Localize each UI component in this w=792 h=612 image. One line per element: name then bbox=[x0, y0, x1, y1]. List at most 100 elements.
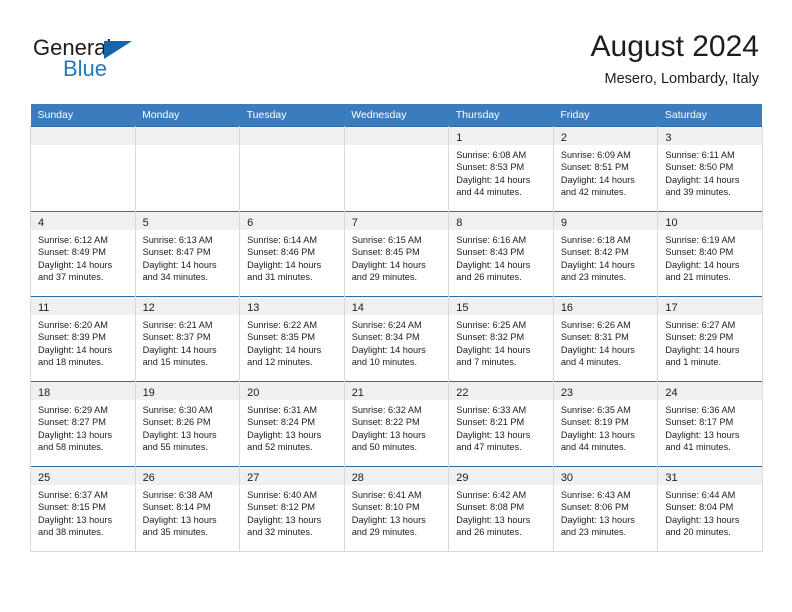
sunset-text: Sunset: 8:34 PM bbox=[351, 332, 420, 343]
day-details bbox=[136, 145, 240, 149]
daylight-text-line2: and 4 minutes. bbox=[560, 357, 622, 368]
general-blue-logo[interactable]: General Blue bbox=[33, 35, 153, 83]
day-details: Sunrise: 6:27 AM Sunset: 8:29 PM Daylight:… bbox=[658, 315, 762, 369]
day-details: Sunrise: 6:11 AM Sunset: 8:50 PM Daylight:… bbox=[658, 145, 762, 199]
calendar-cell-day[interactable]: 6 Sunrise: 6:14 AM Sunset: 8:46 PM Daylight… bbox=[239, 211, 345, 297]
calendar-cell-day[interactable]: 12 Sunrise: 6:21 AM Sunset: 8:37 PM Dayligh… bbox=[135, 296, 241, 382]
daylight-text-line1: Daylight: 13 hours bbox=[560, 514, 635, 525]
daylight-text-line1: Daylight: 14 hours bbox=[665, 259, 740, 270]
page-subtitle: Mesero, Lombardy, Italy bbox=[604, 71, 759, 87]
calendar-cell-day[interactable]: 9 Sunrise: 6:18 AM Sunset: 8:42 PM Daylight… bbox=[553, 211, 659, 297]
calendar-cell-day[interactable]: 5 Sunrise: 6:13 AM Sunset: 8:47 PM Daylight… bbox=[135, 211, 241, 297]
sunset-text: Sunset: 8:15 PM bbox=[38, 502, 106, 513]
daylight-text-line1: Daylight: 14 hours bbox=[38, 344, 113, 355]
day-number-bar bbox=[31, 127, 135, 145]
sunrise-text: Sunrise: 6:32 AM bbox=[351, 405, 422, 415]
calendar-cell-day[interactable]: 21 Sunrise: 6:32 AM Sunset: 8:22 PM Dayligh… bbox=[344, 381, 450, 467]
calendar-cell-day[interactable]: 18 Sunrise: 6:29 AM Sunset: 8:27 PM Dayligh… bbox=[30, 381, 136, 467]
day-details: Sunrise: 6:32 AM Sunset: 8:22 PM Daylight:… bbox=[345, 400, 449, 454]
weekday-header-sunday: Sunday bbox=[30, 104, 136, 127]
sunrise-text: Sunrise: 6:18 AM bbox=[560, 235, 631, 245]
day-details: Sunrise: 6:26 AM Sunset: 8:31 PM Daylight:… bbox=[554, 315, 658, 369]
daylight-text-line1: Daylight: 14 hours bbox=[665, 174, 740, 185]
sunset-text: Sunset: 8:14 PM bbox=[142, 502, 211, 513]
calendar-cell-day[interactable]: 3 Sunrise: 6:11 AM Sunset: 8:50 PM Daylight… bbox=[657, 126, 763, 212]
day-number-bar: 17 bbox=[658, 297, 762, 315]
calendar-cell-day[interactable]: 10 Sunrise: 6:19 AM Sunset: 8:40 PM Dayligh… bbox=[657, 211, 763, 297]
calendar-cell-empty bbox=[239, 126, 345, 212]
day-number-bar: 28 bbox=[344, 467, 449, 485]
sunset-text: Sunset: 8:37 PM bbox=[142, 332, 211, 343]
day-number: 4 bbox=[38, 217, 45, 229]
sunset-text: Sunset: 8:24 PM bbox=[247, 417, 316, 428]
daylight-text-line2: and 10 minutes. bbox=[351, 357, 418, 368]
daylight-text-line1: Daylight: 14 hours bbox=[351, 344, 426, 355]
weekday-header-friday: Friday bbox=[553, 104, 658, 127]
sunrise-text: Sunrise: 6:42 AM bbox=[456, 490, 527, 500]
daylight-text-line1: Daylight: 14 hours bbox=[38, 259, 113, 270]
day-details: Sunrise: 6:35 AM Sunset: 8:19 PM Daylight:… bbox=[554, 400, 658, 454]
day-details: Sunrise: 6:37 AM Sunset: 8:15 PM Daylight:… bbox=[31, 485, 135, 539]
day-details: Sunrise: 6:21 AM Sunset: 8:37 PM Daylight:… bbox=[136, 315, 240, 369]
calendar-cell-day[interactable]: 28 Sunrise: 6:41 AM Sunset: 8:10 PM Dayligh… bbox=[344, 466, 450, 552]
day-number-bar: 10 bbox=[658, 212, 762, 230]
calendar-cell-day[interactable]: 8 Sunrise: 6:16 AM Sunset: 8:43 PM Daylight… bbox=[448, 211, 554, 297]
calendar-cell-day[interactable]: 2 Sunrise: 6:09 AM Sunset: 8:51 PM Daylight… bbox=[553, 126, 659, 212]
calendar-table: Sunday Monday Tuesday Wednesday Thursday… bbox=[30, 104, 763, 552]
weekday-header-tuesday: Tuesday bbox=[239, 104, 345, 127]
calendar-cell-day[interactable]: 13 Sunrise: 6:22 AM Sunset: 8:35 PM Dayligh… bbox=[239, 296, 345, 382]
calendar-cell-day[interactable]: 11 Sunrise: 6:20 AM Sunset: 8:39 PM Dayligh… bbox=[30, 296, 136, 382]
sunset-text: Sunset: 8:43 PM bbox=[456, 247, 525, 258]
day-number-bar: 11 bbox=[31, 297, 135, 315]
calendar-cell-day[interactable]: 24 Sunrise: 6:36 AM Sunset: 8:17 PM Dayligh… bbox=[657, 381, 763, 467]
day-number-bar bbox=[135, 127, 240, 145]
calendar-cell-day[interactable]: 30 Sunrise: 6:43 AM Sunset: 8:06 PM Dayligh… bbox=[553, 466, 659, 552]
calendar-cell-day[interactable]: 16 Sunrise: 6:26 AM Sunset: 8:31 PM Dayligh… bbox=[553, 296, 659, 382]
daylight-text-line1: Daylight: 13 hours bbox=[665, 429, 740, 440]
day-details: Sunrise: 6:41 AM Sunset: 8:10 PM Daylight:… bbox=[345, 485, 449, 539]
daylight-text-line2: and 58 minutes. bbox=[38, 442, 104, 453]
daylight-text-line2: and 41 minutes. bbox=[665, 442, 731, 453]
day-number-bar: 26 bbox=[135, 467, 240, 485]
sunset-text: Sunset: 8:17 PM bbox=[665, 417, 734, 428]
calendar-cell-day[interactable]: 23 Sunrise: 6:35 AM Sunset: 8:19 PM Dayligh… bbox=[553, 381, 659, 467]
daylight-text-line1: Daylight: 13 hours bbox=[247, 514, 322, 525]
calendar-cell-day[interactable]: 15 Sunrise: 6:25 AM Sunset: 8:32 PM Dayligh… bbox=[448, 296, 554, 382]
page-title: August 2024 bbox=[590, 30, 759, 63]
calendar-cell-day[interactable]: 1 Sunrise: 6:08 AM Sunset: 8:53 PM Daylight… bbox=[448, 126, 554, 212]
daylight-text-line1: Daylight: 13 hours bbox=[38, 514, 113, 525]
day-details bbox=[240, 145, 344, 149]
day-number-bar: 30 bbox=[553, 467, 658, 485]
sunrise-text: Sunrise: 6:37 AM bbox=[38, 490, 108, 500]
daylight-text-line2: and 26 minutes. bbox=[456, 527, 522, 538]
daylight-text-line2: and 44 minutes. bbox=[560, 442, 627, 453]
sunrise-text: Sunrise: 6:14 AM bbox=[247, 235, 318, 245]
day-number: 21 bbox=[351, 387, 364, 399]
daylight-text-line1: Daylight: 14 hours bbox=[247, 259, 322, 270]
day-details: Sunrise: 6:43 AM Sunset: 8:06 PM Daylight:… bbox=[554, 485, 658, 539]
sunrise-text: Sunrise: 6:36 AM bbox=[665, 405, 736, 415]
calendar-cell-day[interactable]: 26 Sunrise: 6:38 AM Sunset: 8:14 PM Dayligh… bbox=[135, 466, 241, 552]
calendar-cell-day[interactable]: 20 Sunrise: 6:31 AM Sunset: 8:24 PM Dayligh… bbox=[239, 381, 345, 467]
day-details: Sunrise: 6:08 AM Sunset: 8:53 PM Daylight:… bbox=[449, 145, 553, 199]
sunrise-text: Sunrise: 6:08 AM bbox=[456, 150, 527, 160]
calendar-cell-day[interactable]: 4 Sunrise: 6:12 AM Sunset: 8:49 PM Daylight… bbox=[30, 211, 136, 297]
calendar-cell-day[interactable]: 17 Sunrise: 6:27 AM Sunset: 8:29 PM Dayligh… bbox=[657, 296, 763, 382]
calendar-cell-day[interactable]: 29 Sunrise: 6:42 AM Sunset: 8:08 PM Dayligh… bbox=[448, 466, 554, 552]
day-number-bar: 24 bbox=[658, 382, 762, 400]
day-number-bar: 14 bbox=[344, 297, 449, 315]
daylight-text-line1: Daylight: 13 hours bbox=[38, 429, 113, 440]
calendar-cell-day[interactable]: 7 Sunrise: 6:15 AM Sunset: 8:45 PM Daylight… bbox=[344, 211, 450, 297]
calendar-cell-day[interactable]: 25 Sunrise: 6:37 AM Sunset: 8:15 PM Dayligh… bbox=[30, 466, 136, 552]
calendar-cell-day[interactable]: 31 Sunrise: 6:44 AM Sunset: 8:04 PM Dayligh… bbox=[657, 466, 763, 552]
day-number: 25 bbox=[38, 472, 51, 484]
calendar-cell-day[interactable]: 27 Sunrise: 6:40 AM Sunset: 8:12 PM Dayligh… bbox=[239, 466, 345, 552]
calendar-cell-empty bbox=[344, 126, 450, 212]
calendar-cell-day[interactable]: 22 Sunrise: 6:33 AM Sunset: 8:21 PM Dayligh… bbox=[448, 381, 554, 467]
day-number: 8 bbox=[456, 217, 463, 229]
sunrise-text: Sunrise: 6:43 AM bbox=[560, 490, 631, 500]
sunset-text: Sunset: 8:21 PM bbox=[456, 417, 525, 428]
day-number: 27 bbox=[247, 472, 260, 484]
calendar-cell-day[interactable]: 14 Sunrise: 6:24 AM Sunset: 8:34 PM Dayligh… bbox=[344, 296, 450, 382]
calendar-cell-day[interactable]: 19 Sunrise: 6:30 AM Sunset: 8:26 PM Dayligh… bbox=[135, 381, 241, 467]
